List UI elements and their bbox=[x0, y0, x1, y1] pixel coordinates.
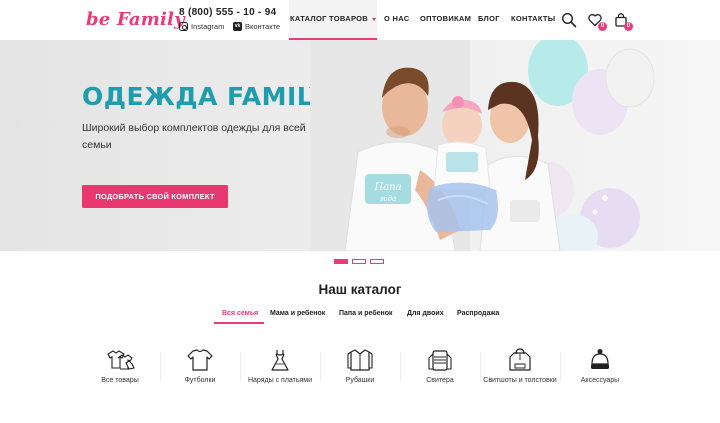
chevron-down-icon bbox=[372, 17, 376, 21]
vk-link[interactable]: vk Вконтакте bbox=[233, 22, 280, 31]
shirt-icon bbox=[347, 349, 373, 371]
tab-for-two[interactable]: Для двоих bbox=[407, 310, 444, 326]
cart-count-badge: 0 bbox=[624, 22, 633, 31]
nav-wholesale[interactable]: ОПТОВИКАМ bbox=[420, 0, 471, 40]
slider-dot-2[interactable] bbox=[352, 259, 366, 264]
cart-button[interactable]: 0 bbox=[613, 12, 633, 31]
hero-family-photo: Папа года bbox=[310, 40, 720, 251]
instagram-icon bbox=[179, 22, 188, 31]
catalog-title: Наш каталог bbox=[318, 282, 402, 297]
slider-pagination bbox=[334, 259, 384, 264]
hero-subtitle: Широкий выбор комплектов одежды для всей… bbox=[82, 122, 306, 151]
svg-text:года: года bbox=[380, 195, 396, 203]
instagram-link[interactable]: Instagram bbox=[179, 22, 224, 31]
all-products-icon bbox=[107, 350, 135, 370]
instagram-label: Instagram bbox=[191, 22, 225, 31]
category-all-products[interactable]: Все товары bbox=[80, 340, 160, 410]
hoodie-icon bbox=[509, 348, 531, 371]
nav-blog[interactable]: БЛОГ bbox=[478, 0, 500, 40]
category-dresses[interactable]: Наряды с платьями bbox=[240, 340, 320, 410]
tab-mom-and-child[interactable]: Мама и ребенок bbox=[270, 310, 325, 326]
catalog-tabs: Вся семья Мама и ребенок Папа и ребенок … bbox=[0, 310, 720, 326]
category-label: Свитшоты и толстовки bbox=[483, 377, 557, 384]
nav-catalog[interactable]: КАТАЛОГ ТОВАРОВ bbox=[289, 0, 377, 40]
wishlist-button[interactable]: 0 bbox=[587, 12, 607, 31]
logo-text: be Family bbox=[86, 9, 185, 30]
choose-set-button[interactable]: ПОДОБРАТЬ СВОЙ КОМПЛЕКТ bbox=[82, 185, 228, 208]
category-sweaters[interactable]: Свитера bbox=[400, 340, 480, 410]
wishlist-count-badge: 0 bbox=[598, 22, 607, 31]
svg-text:Папа: Папа bbox=[373, 182, 401, 193]
search-icon[interactable] bbox=[561, 12, 577, 28]
category-label: Наряды с платьями bbox=[247, 377, 313, 384]
category-label: Футболки bbox=[184, 377, 216, 384]
category-label: Рубашки bbox=[345, 377, 375, 384]
category-label: Свитера bbox=[426, 377, 454, 384]
category-grid: Все товары Футболки Наряды с платьями Ру… bbox=[80, 340, 640, 410]
hat-icon bbox=[591, 349, 609, 369]
category-hoodies[interactable]: Свитшоты и толстовки bbox=[480, 340, 560, 410]
hero-slider: ОДЕЖДА FAMILY LOOK Широкий выбор комплек… bbox=[0, 40, 720, 251]
tab-dad-and-child[interactable]: Папа и ребенок bbox=[339, 310, 393, 326]
sweater-icon bbox=[428, 350, 452, 371]
phone-number[interactable]: 8 (800) 555 - 10 - 94 bbox=[179, 7, 276, 18]
category-tshirts[interactable]: Футболки bbox=[160, 340, 240, 410]
vk-label: Вконтакте bbox=[245, 22, 281, 31]
slider-dot-3[interactable] bbox=[370, 259, 384, 264]
category-label: Аксессуары bbox=[580, 377, 620, 384]
slider-dot-1[interactable] bbox=[334, 259, 348, 264]
nav-about[interactable]: О НАС bbox=[384, 0, 409, 40]
tshirt-icon bbox=[187, 349, 213, 371]
vk-icon: vk bbox=[233, 22, 242, 31]
nav-catalog-label: КАТАЛОГ ТОВАРОВ bbox=[289, 14, 368, 23]
dress-icon bbox=[271, 350, 289, 371]
category-shirts[interactable]: Рубашки bbox=[320, 340, 400, 410]
category-accessories[interactable]: Аксессуары bbox=[560, 340, 640, 410]
tab-whole-family[interactable]: Вся семья bbox=[222, 310, 258, 326]
category-label: Все товары bbox=[101, 377, 139, 384]
tab-sale[interactable]: Распродажа bbox=[457, 310, 499, 326]
nav-contacts[interactable]: КОНТАКТЫ bbox=[511, 0, 555, 40]
active-tab-indicator bbox=[214, 322, 264, 324]
logo[interactable]: be Family bbox=[86, 8, 185, 34]
site-header: be Family 8 (800) 555 - 10 - 94 Instagra… bbox=[0, 0, 720, 40]
